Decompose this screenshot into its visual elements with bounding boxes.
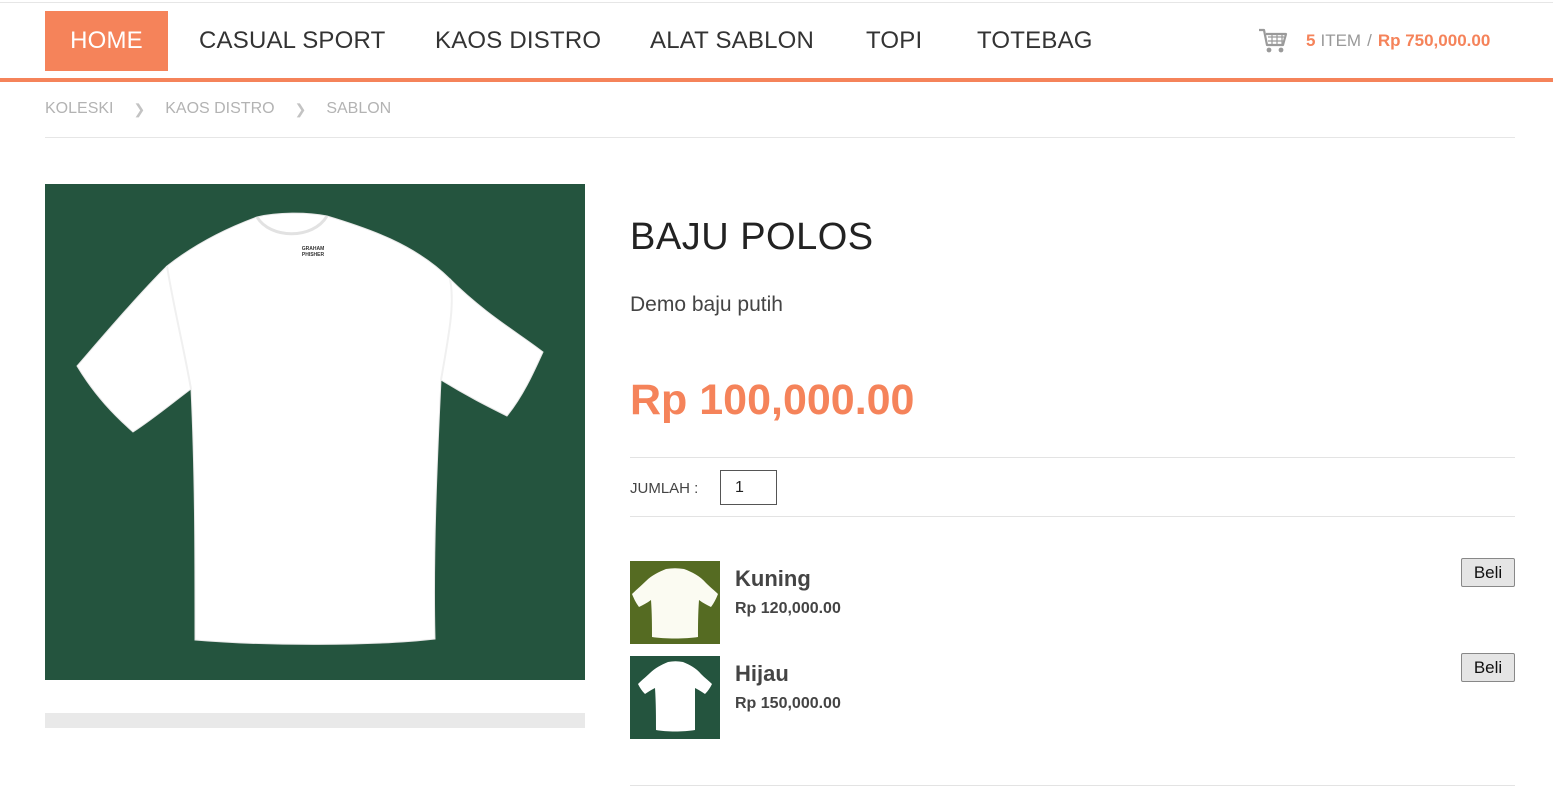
product-image[interactable]: GRAHAM PHISHER [45,184,585,680]
nav-item-topi[interactable]: TOPI [866,11,922,71]
divider [630,516,1515,517]
breadcrumb-sablon[interactable]: SABLON [326,100,391,118]
variant-name: Hijau [735,661,789,686]
buy-button[interactable]: Beli [1461,558,1515,587]
cart-summary[interactable]: 5 ITEM / Rp 750,000.00 [1258,26,1490,56]
variant-item: Kuning Rp 120,000.00 Beli [630,558,1515,645]
cart-total: Rp 750,000.00 [1377,31,1491,50]
quantity-input[interactable] [720,470,777,505]
buy-button[interactable]: Beli [1461,653,1515,682]
tshirt-thumbnail-icon [632,568,718,639]
nav-item-casual-sport[interactable]: CASUAL SPORT [199,11,385,71]
divider [630,457,1515,458]
variant-name: Kuning [735,566,811,591]
tshirt-thumbnail-icon [638,661,712,732]
cart-separator: / [1367,31,1372,50]
variant-item: Hijau Rp 150,000.00 Beli [630,653,1515,740]
cart-icon [1259,28,1288,53]
chevron-right-icon: ❯ [294,100,307,117]
tshirt-illustration: GRAHAM PHISHER [76,212,544,645]
main-nav: HOME CASUAL SPORT KAOS DISTRO ALAT SABLO… [45,11,1092,71]
cart-count: 5 [1306,31,1316,50]
quantity-label: JUMLAH : [630,480,699,497]
nav-item-alat-sablon[interactable]: ALAT SABLON [650,11,814,71]
shirt-label-line2: PHISHER [302,252,325,258]
product-price: Rp 100,000.00 [630,376,915,424]
breadcrumb-divider [45,137,1515,138]
breadcrumb: KOLESKI ❯ KAOS DISTRO ❯ SABLON [45,100,391,118]
cart-item-label: ITEM [1320,31,1362,50]
image-gallery-bar[interactable] [45,713,585,728]
chevron-right-icon: ❯ [133,100,146,117]
variant-thumbnail[interactable] [630,561,720,644]
breadcrumb-koleksi[interactable]: KOLESKI [45,100,113,118]
product-description: Demo baju putih [630,293,783,316]
variant-price: Rp 120,000.00 [735,600,841,617]
divider [630,785,1515,786]
breadcrumb-kaos-distro[interactable]: KAOS DISTRO [165,100,274,118]
nav-underline [0,78,1553,82]
nav-item-totebag[interactable]: TOTEBAG [977,11,1093,71]
nav-item-home[interactable]: HOME [45,11,168,71]
nav-item-kaos-distro[interactable]: KAOS DISTRO [435,11,601,71]
product-title: BAJU POLOS [630,216,874,258]
variant-thumbnail[interactable] [630,656,720,739]
variant-price: Rp 150,000.00 [735,695,841,712]
top-border [0,2,1553,3]
